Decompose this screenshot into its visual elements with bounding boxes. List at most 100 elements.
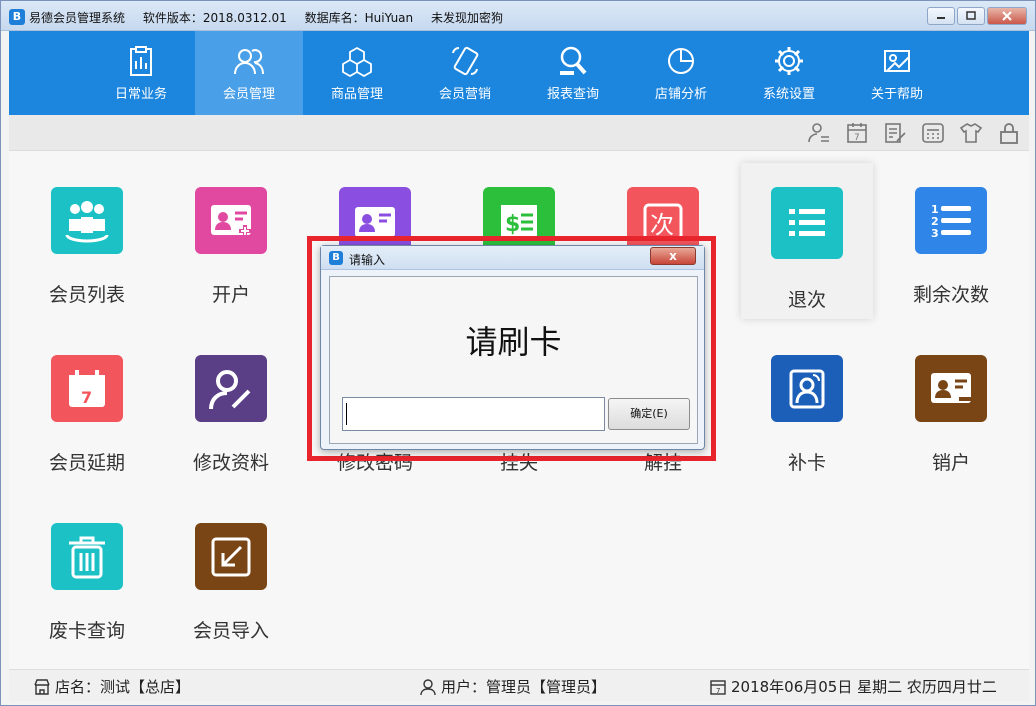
status-bar: 店名：测试【总店】 用户：管理员【管理员】 7 2018年06月05日 星期二 … [9,669,1029,701]
calendar-icon: 7 [710,679,726,695]
app-logo-icon: B [9,9,25,25]
svg-text:7: 7 [854,133,860,143]
svg-text:7: 7 [81,388,92,407]
nav-label: 关于帮助 [870,86,923,102]
nav-label: 店铺分析 [654,86,707,102]
user-switch-button[interactable] [807,121,831,145]
text-caret [346,403,347,425]
ok-button[interactable]: 确定(E) [608,398,690,430]
dialog-app-icon: B [329,251,343,265]
nav-daily-business[interactable]: 日常业务 [87,31,195,115]
card-number-input[interactable] [342,397,605,431]
dialog-close-button[interactable]: x [650,247,696,265]
user-status: 用户：管理员【管理员】 [419,676,606,697]
app-name: 易德会员管理系统 [29,11,126,25]
help-icon [884,49,910,72]
tile-label: 补卡 [787,452,826,474]
add-card-icon [195,187,267,254]
dialog-body: 请刷卡 确定(E) [329,276,698,444]
tile-label: 开户 [211,284,250,306]
database-text: 数据库名：HuiYuan [304,11,414,25]
trash-icon [51,523,123,590]
nav-label: 会员管理 [222,86,275,102]
nav-label: 系统设置 [762,86,815,102]
nav-member-management[interactable]: 会员管理 [195,31,303,115]
tile-label: 销户 [931,452,970,474]
user-icon [420,678,436,695]
tile-label: 废卡查询 [48,620,125,642]
toolbar: 7 [9,115,1029,151]
phone-marketing-icon [452,46,479,75]
window-title: 易德会员管理系统 软件版本：2018.0312.01 数据库名：HuiYuan … [29,9,517,26]
tile-return-times[interactable]: 退次 [741,163,873,319]
main-nav: 日常业务 会员管理 商品管理 会员营销 报表查询 店铺分析 系统设置 关于帮助 [9,31,1029,115]
tile-label: 会员导入 [192,620,269,642]
tile-label: 退次 [787,289,826,311]
store-status: 店名：测试【总店】 [33,676,190,697]
svg-text:$: $ [505,212,520,237]
window-controls [927,7,1027,25]
calendar-icon: 7 [847,123,867,143]
tile-label: 修改资料 [192,452,269,474]
tile-open-account[interactable]: 开户 [165,151,297,307]
tile-void-card-query[interactable]: 废卡查询 [21,487,153,643]
input-dialog: B 请输入 x 请刷卡 确定(E) [320,245,705,450]
close-icon [1002,11,1012,21]
edit-note-button[interactable] [883,121,907,145]
gear-icon [775,46,803,75]
member-group-icon [51,187,123,254]
current-date: 2018年06月05日 星期二 农历四月廿二 [731,678,997,696]
list-icon [771,187,843,259]
date-status: 7 2018年06月05日 星期二 农历四月廿二 [709,676,997,697]
toolbar-icons: 7 [807,121,1021,145]
nav-system-settings[interactable]: 系统设置 [735,31,843,115]
lock-button[interactable] [997,121,1021,145]
nav-label: 商品管理 [330,86,383,102]
lock-icon [1000,123,1018,144]
tile-close-account[interactable]: 销户 [885,319,1017,475]
minimize-button[interactable] [927,7,955,25]
svg-text:3: 3 [931,227,939,240]
maximize-button[interactable] [957,7,985,25]
tile-label: 会员列表 [48,284,125,306]
remove-card-icon [915,355,987,422]
nav-label: 报表查询 [546,86,599,102]
calendar-7-icon: 7 [51,355,123,422]
version-text: 软件版本：2018.0312.01 [142,11,287,25]
calculator-button[interactable] [921,121,945,145]
nav-label: 会员营销 [438,86,491,102]
calendar-button[interactable]: 7 [845,121,869,145]
store-icon [34,678,50,695]
user-edit-icon [195,355,267,422]
nav-product-management[interactable]: 商品管理 [303,31,411,115]
title-bar: B 易德会员管理系统 软件版本：2018.0312.01 数据库名：HuiYua… [1,1,1035,31]
tile-member-import[interactable]: 会员导入 [165,487,297,643]
nav-about-help[interactable]: 关于帮助 [843,31,951,115]
calculator-icon [922,123,944,143]
nav-report-query[interactable]: 报表查询 [519,31,627,115]
tile-remaining-times[interactable]: 123 剩余次数 [885,151,1017,307]
maximize-icon [966,11,976,20]
svg-text:次: 次 [650,211,674,239]
close-button[interactable] [987,7,1027,25]
swipe-card-prompt: 请刷卡 [465,323,562,361]
user-switch-icon [808,123,829,143]
numbered-list-icon: 123 [915,187,987,254]
tile-label: 剩余次数 [912,284,989,306]
nav-store-analysis[interactable]: 店铺分析 [627,31,735,115]
tile-replace-card[interactable]: 补卡 [741,319,873,475]
cubes-icon [342,46,372,77]
nav-member-marketing[interactable]: 会员营销 [411,31,519,115]
user-name: 用户：管理员【管理员】 [441,678,607,696]
clipboard-icon [130,45,152,76]
report-search-icon [560,46,587,75]
shirt-icon [959,123,983,143]
tile-member-extension[interactable]: 7 会员延期 [21,319,153,475]
shirt-button[interactable] [959,121,983,145]
tile-member-list[interactable]: 会员列表 [21,151,153,307]
tile-label: 会员延期 [48,452,125,474]
nav-label: 日常业务 [114,86,167,102]
edit-note-icon [885,123,906,143]
tile-edit-profile[interactable]: 修改资料 [165,319,297,475]
svg-text:7: 7 [716,687,720,695]
